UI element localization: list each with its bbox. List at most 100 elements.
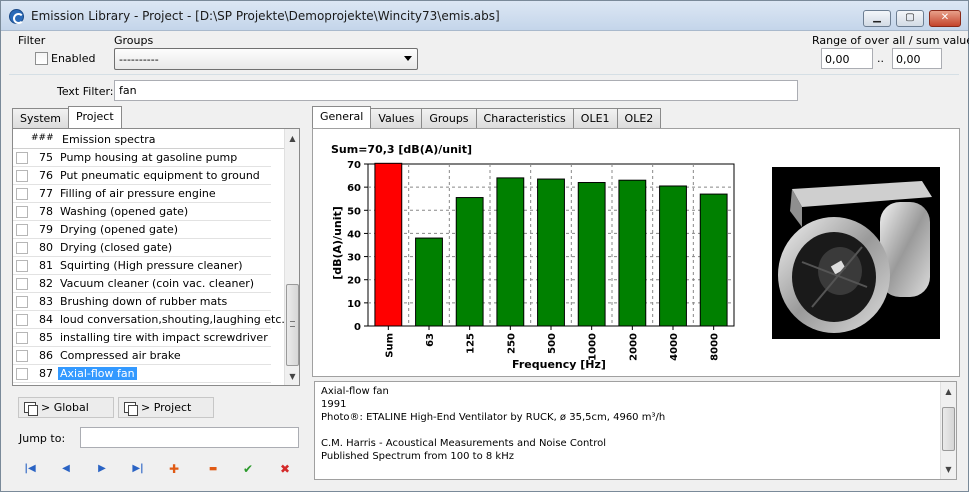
- row-checkbox[interactable]: [16, 260, 28, 272]
- copy-to-project-button[interactable]: > Project: [118, 397, 214, 418]
- x-tick-label: 4000: [669, 333, 680, 361]
- bar: [415, 237, 443, 327]
- next-record-icon[interactable]: ▶: [95, 462, 109, 476]
- row-checkbox[interactable]: [16, 170, 28, 182]
- list-item[interactable]: 76 Put pneumatic equipment to ground: [13, 167, 271, 185]
- list-header-num: ###: [31, 133, 54, 143]
- app-logo-icon: [9, 9, 24, 24]
- scroll-up-icon[interactable]: ▲: [285, 131, 300, 146]
- bar: [618, 179, 647, 327]
- chart-title: Sum=70,3 [dB(A)/unit]: [331, 143, 472, 156]
- row-name: loud conversation,shouting,laughing etc.: [60, 313, 285, 326]
- title-bar: Emission Library - Project - [D:\SP Proj…: [1, 1, 968, 31]
- tab-ole1[interactable]: OLE1: [572, 108, 618, 128]
- list-item[interactable]: 85 installing tire with impact screwdrive…: [13, 329, 271, 347]
- row-number: 86: [39, 349, 53, 362]
- range-label: Range of over all / sum value: [812, 34, 969, 47]
- range-from-input[interactable]: 0,00: [821, 48, 873, 69]
- groups-dropdown[interactable]: ----------: [114, 48, 418, 70]
- description-panel[interactable]: Axial-flow fan 1991 Photo®: ETALINE High-E…: [314, 381, 957, 480]
- list-item[interactable]: 84 loud conversation,shouting,laughing et…: [13, 311, 285, 329]
- filter-enabled-checkbox[interactable]: [35, 52, 48, 65]
- row-name: Brushing down of rubber mats: [60, 295, 228, 308]
- row-checkbox[interactable]: [16, 206, 28, 218]
- row-name: installing tire with impact screwdriver: [60, 331, 268, 344]
- list-item[interactable]: 78 Washing (opened gate): [13, 203, 271, 221]
- list-item[interactable]: 81 Squirting (High pressure cleaner): [13, 257, 271, 275]
- jump-to-input[interactable]: [80, 427, 299, 448]
- divider: [9, 74, 959, 75]
- tab-ole2[interactable]: OLE2: [616, 108, 662, 128]
- last-record-icon[interactable]: ▶|: [131, 462, 145, 476]
- right-tabbar: General Values Groups Characteristics OL…: [312, 106, 662, 128]
- text-filter-label: Text Filter:: [57, 85, 114, 98]
- scroll-down-icon[interactable]: ▼: [285, 369, 300, 384]
- tab-general[interactable]: General: [312, 106, 372, 128]
- tab-characteristics[interactable]: Characteristics: [475, 108, 574, 128]
- list-header-name: Emission spectra: [62, 133, 156, 146]
- emission-list[interactable]: ### Emission spectra 75 Pump housing at g…: [12, 128, 300, 386]
- description-line: Photo®: ETALINE High-End Ventilator by R…: [321, 412, 666, 423]
- list-item[interactable]: 75 Pump housing at gasoline pump: [13, 149, 271, 167]
- close-button[interactable]: ✕: [929, 10, 961, 27]
- scroll-down-icon[interactable]: ▼: [941, 462, 956, 477]
- copy-icon: [124, 402, 138, 416]
- row-checkbox[interactable]: [16, 188, 28, 200]
- chevron-down-icon: [404, 56, 412, 61]
- tab-project[interactable]: Project: [68, 106, 122, 128]
- y-tick-label: 50: [347, 206, 361, 217]
- list-item[interactable]: 87 Axial-flow fan: [13, 365, 271, 383]
- range-separator: ..: [877, 52, 884, 65]
- list-item[interactable]: 79 Drying (opened gate): [13, 221, 271, 239]
- minimize-button[interactable]: ▁: [863, 10, 891, 27]
- row-checkbox[interactable]: [16, 332, 28, 344]
- first-record-icon[interactable]: |◀: [23, 462, 37, 476]
- cancel-icon[interactable]: ✖: [278, 462, 292, 476]
- description-scrollbar[interactable]: ▲ ▼: [940, 382, 956, 479]
- copy-to-global-button[interactable]: > Global: [18, 397, 114, 418]
- maximize-button[interactable]: ▢: [896, 10, 924, 27]
- row-number: 85: [39, 331, 53, 344]
- jump-to-label: Jump to:: [19, 432, 66, 445]
- list-item[interactable]: 82 Vacuum cleaner (coin vac. cleaner): [13, 275, 271, 293]
- row-checkbox[interactable]: [16, 152, 28, 164]
- description-line: Published Spectrum from 100 to 8 kHz: [321, 451, 514, 462]
- range-from-value: 0,00: [825, 53, 850, 66]
- scroll-thumb[interactable]: [942, 407, 955, 451]
- text-filter-input[interactable]: fan: [114, 80, 798, 101]
- scroll-thumb[interactable]: [286, 284, 299, 366]
- list-item[interactable]: 86 Compressed air brake: [13, 347, 271, 365]
- list-item[interactable]: 77 Filling of air pressure engine: [13, 185, 271, 203]
- row-checkbox[interactable]: [16, 242, 28, 254]
- tab-values[interactable]: Values: [370, 108, 423, 128]
- groups-dropdown-value: ----------: [119, 53, 159, 66]
- list-item[interactable]: 83 Brushing down of rubber mats: [13, 293, 271, 311]
- range-to-input[interactable]: 0,00: [892, 48, 942, 69]
- x-tick-label: 8000: [710, 333, 721, 361]
- axial-fan-image: [778, 181, 932, 333]
- description-line: Axial-flow fan: [321, 386, 389, 397]
- x-tick-label: Sum: [384, 333, 395, 358]
- row-checkbox[interactable]: [16, 350, 28, 362]
- y-tick-label: 0: [354, 322, 361, 333]
- row-name: Washing (opened gate): [60, 205, 189, 218]
- tab-groups[interactable]: Groups: [421, 108, 477, 128]
- row-checkbox[interactable]: [16, 278, 28, 290]
- y-tick-label: 20: [347, 276, 361, 287]
- row-checkbox[interactable]: [16, 314, 28, 326]
- tab-system[interactable]: System: [12, 108, 70, 128]
- description-line: C.M. Harris - Acoustical Measurements an…: [321, 438, 607, 449]
- bar: [496, 177, 525, 327]
- prev-record-icon[interactable]: ◀: [59, 462, 73, 476]
- confirm-icon[interactable]: ✔: [241, 462, 255, 476]
- delete-record-icon[interactable]: ▬: [206, 462, 220, 476]
- list-scrollbar[interactable]: ▲ ▼: [284, 129, 299, 385]
- description-line: [321, 425, 936, 438]
- row-checkbox[interactable]: [16, 368, 28, 380]
- list-item[interactable]: 80 Drying (closed gate): [13, 239, 271, 257]
- row-checkbox[interactable]: [16, 296, 28, 308]
- scroll-up-icon[interactable]: ▲: [941, 384, 956, 399]
- text-filter-value: fan: [119, 84, 137, 97]
- row-checkbox[interactable]: [16, 224, 28, 236]
- add-record-icon[interactable]: ✚: [167, 462, 181, 476]
